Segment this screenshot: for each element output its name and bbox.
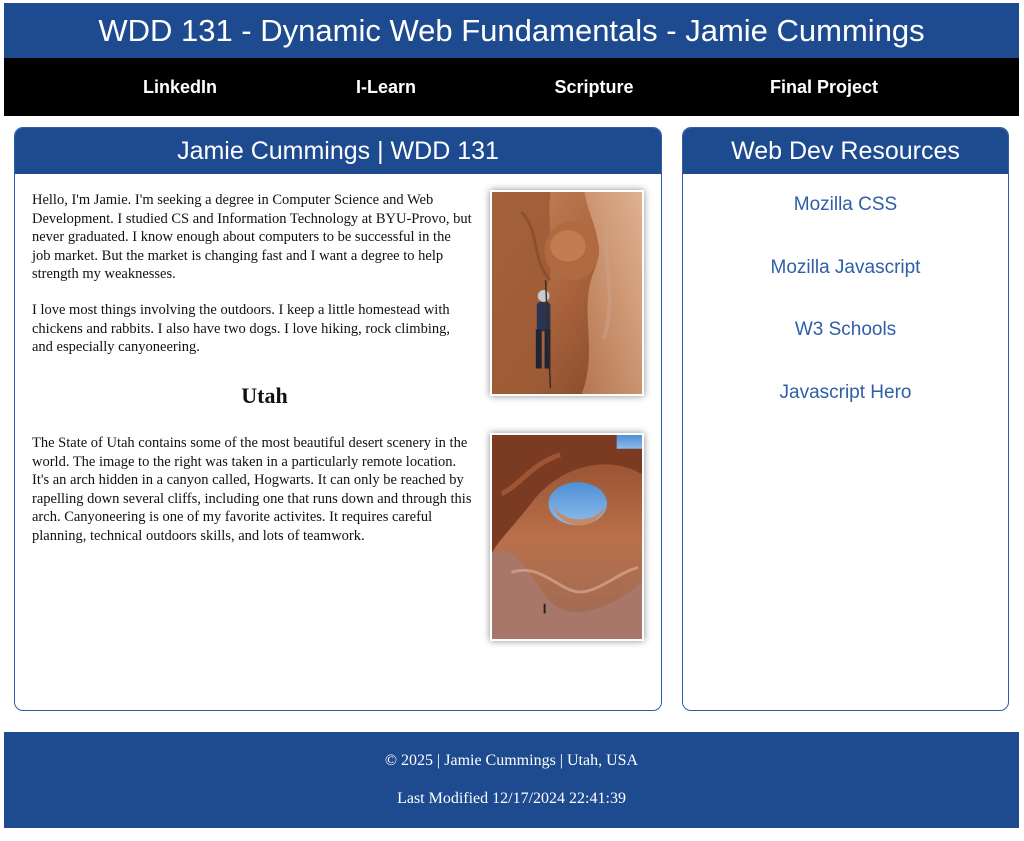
resource-link-w3-schools[interactable]: W3 Schools: [683, 299, 1008, 362]
canyon-climber-image: [492, 192, 642, 394]
resource-link-javascript-hero[interactable]: Javascript Hero: [683, 362, 1008, 425]
footer-copyright: © 2025 | Jamie Cummings | Utah, USA: [384, 752, 639, 769]
intro-paragraph: Hello, I'm Jamie. I'm seeking a degree i…: [32, 192, 472, 282]
nav-link-i-learn[interactable]: I-Learn: [341, 58, 431, 116]
nav-link-final-project[interactable]: Final Project: [759, 58, 889, 116]
main-nav: LinkedIn I-Learn Scripture Final Project: [4, 58, 1019, 116]
about-card-title: Jamie Cummings | WDD 131: [15, 128, 661, 174]
resources-card: Web Dev Resources Mozilla CSS Mozilla Ja…: [682, 127, 1009, 711]
site-title: WDD 131 - Dynamic Web Fundamentals - Jam…: [98, 13, 925, 48]
resources-card-title: Web Dev Resources: [683, 128, 1008, 174]
footer-last-modified: Last Modified 12/17/2024 22:41:39: [397, 790, 626, 807]
site-footer: © 2025 | Jamie Cummings | Utah, USA Last…: [4, 732, 1019, 828]
nav-link-scripture[interactable]: Scripture: [539, 58, 649, 116]
desert-arch-image: [492, 435, 642, 639]
site-header: WDD 131 - Dynamic Web Fundamentals - Jam…: [4, 3, 1019, 58]
canyoneering-photo: [490, 190, 644, 396]
about-card: Jamie Cummings | WDD 131 Hello, I'm Jami…: [14, 127, 662, 711]
utah-paragraph: The State of Utah contains some of the m…: [32, 435, 472, 544]
hogwarts-arch-photo: [490, 433, 644, 641]
utah-heading: Utah: [241, 383, 288, 408]
resource-link-mozilla-javascript[interactable]: Mozilla Javascript: [683, 237, 1008, 300]
outdoors-paragraph: I love most things involving the outdoor…: [32, 302, 450, 355]
resource-link-mozilla-css[interactable]: Mozilla CSS: [683, 174, 1008, 237]
resources-list: Mozilla CSS Mozilla Javascript W3 School…: [683, 174, 1008, 424]
nav-link-linkedin[interactable]: LinkedIn: [130, 58, 230, 116]
